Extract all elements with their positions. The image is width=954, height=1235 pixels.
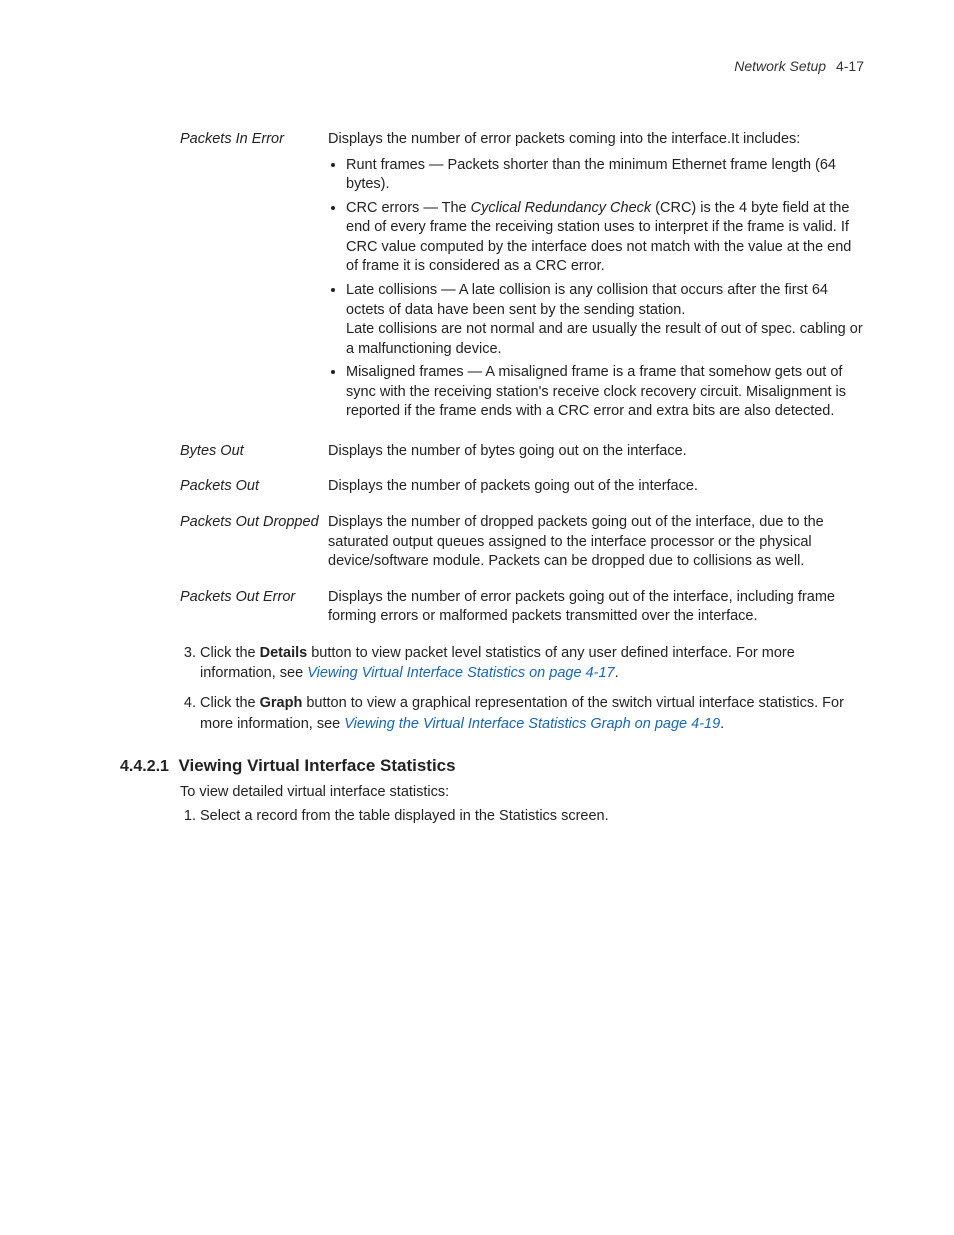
bullet-item: Misaligned frames — A misaligned frame i…	[346, 363, 864, 422]
definition-description: Displays the number of error packets goi…	[328, 588, 864, 627]
section-number: 4.4.2.1	[120, 758, 174, 776]
definition-row: Packets In Error Displays the number of …	[180, 124, 864, 436]
definition-description: Displays the number of dropped packets g…	[328, 513, 864, 572]
step-item: Select a record from the table displayed…	[200, 806, 864, 826]
definition-term: Packets Out Error	[180, 588, 328, 608]
step-post: .	[615, 665, 619, 681]
definition-term: Packets Out	[180, 477, 328, 497]
definition-bullets: Runt frames — Packets shorter than the m…	[328, 156, 864, 422]
step-item: Click the Graph button to view a graphic…	[200, 693, 864, 734]
definition-term: Packets In Error	[180, 130, 328, 150]
step-pre: Click the	[200, 695, 260, 711]
bullet-emph: Cyclical Redundancy Check	[471, 200, 652, 216]
cross-ref-link[interactable]: Viewing the Virtual Interface Statistics…	[344, 716, 720, 732]
definition-term: Bytes Out	[180, 442, 328, 462]
bullet-item: CRC errors — The Cyclical Redundancy Che…	[346, 199, 864, 277]
header-page-number: 4-17	[836, 58, 864, 74]
section-heading: 4.4.2.1 Viewing Virtual Interface Statis…	[120, 756, 864, 776]
running-header: Network Setup 4-17	[120, 58, 864, 74]
definition-description: Displays the number of bytes going out o…	[328, 442, 864, 462]
definition-row: Packets Out Displays the number of packe…	[180, 471, 864, 507]
definition-term: Packets Out Dropped	[180, 513, 328, 533]
section-intro: To view detailed virtual interface stati…	[180, 782, 864, 802]
definition-description: Displays the number of packets going out…	[328, 477, 864, 497]
definition-row: Packets Out Dropped Displays the number …	[180, 507, 864, 582]
page: Network Setup 4-17 Packets In Error Disp…	[0, 0, 954, 1235]
step-pre: Click the	[200, 645, 260, 661]
header-section: Network Setup	[734, 58, 826, 74]
step-bold: Details	[260, 645, 308, 661]
step-bold: Graph	[260, 695, 303, 711]
section-steps: Select a record from the table displayed…	[180, 806, 864, 826]
definition-list: Packets In Error Displays the number of …	[180, 124, 864, 637]
cross-ref-link[interactable]: Viewing Virtual Interface Statistics on …	[307, 665, 614, 681]
step-post: .	[720, 716, 724, 732]
bullet-prefix: CRC errors — The	[346, 200, 471, 216]
definition-row: Bytes Out Displays the number of bytes g…	[180, 436, 864, 472]
definition-lead: Displays the number of error packets com…	[328, 131, 800, 147]
section-title: Viewing Virtual Interface Statistics	[178, 756, 455, 775]
numbered-steps: Click the Details button to view packet …	[180, 643, 864, 734]
definition-description: Displays the number of error packets com…	[328, 130, 864, 426]
bullet-item: Runt frames — Packets shorter than the m…	[346, 156, 864, 195]
definition-row: Packets Out Error Displays the number of…	[180, 582, 864, 637]
step-item: Click the Details button to view packet …	[200, 643, 864, 684]
bullet-item: Late collisions — A late collision is an…	[346, 281, 864, 359]
